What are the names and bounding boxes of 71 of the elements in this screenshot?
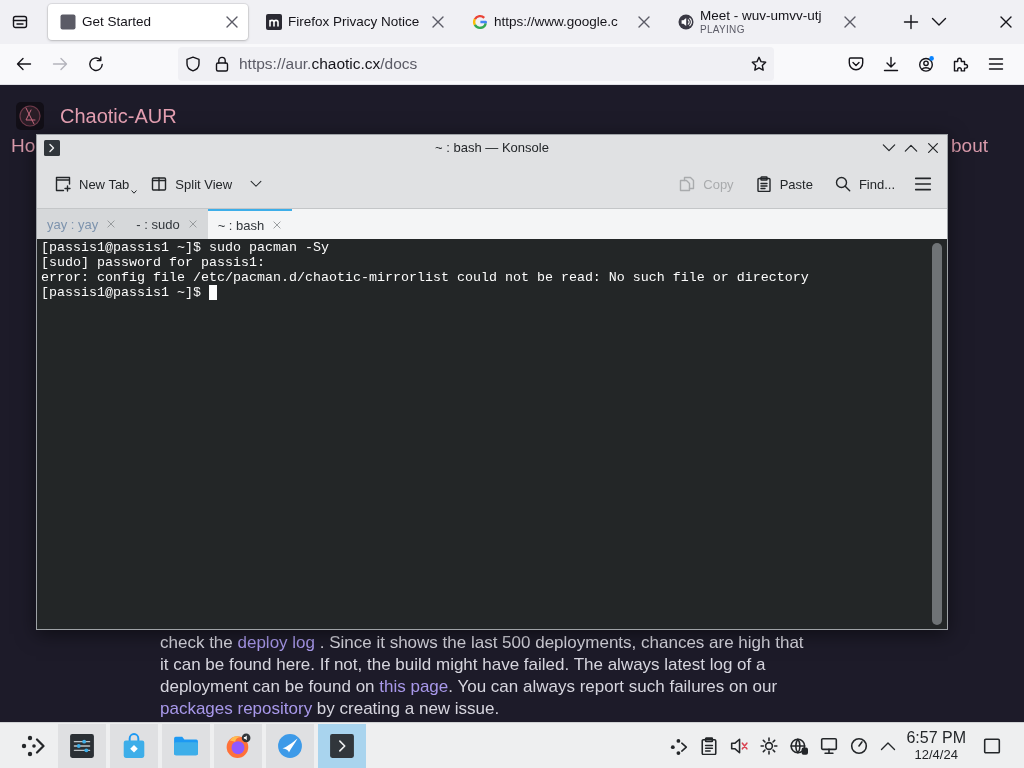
window-title: ~ : bash — Konsole: [435, 140, 549, 155]
brightness-icon[interactable]: [760, 736, 779, 755]
link[interactable]: this page: [379, 677, 449, 696]
shield-icon[interactable]: [185, 56, 201, 72]
site-title[interactable]: Chaotic-AUR: [60, 104, 177, 128]
mute-icon[interactable]: [730, 736, 749, 755]
url-text: https://aur.chaotic.cx/docs: [239, 55, 418, 73]
browser-tab[interactable]: https://www.google.c: [460, 4, 660, 40]
plus-icon[interactable]: [903, 14, 919, 30]
bag-icon: [121, 732, 147, 759]
terminal-line: error: config file /etc/pacman.d/chaotic-mirrorlist could not be read: No such file or directory: [41, 270, 809, 285]
close-icon[interactable]: [224, 14, 240, 30]
clock-time: 6:57 PM: [906, 729, 966, 747]
new-tab-icon: [55, 176, 71, 192]
menu-icon[interactable]: [988, 56, 1004, 72]
paste-button[interactable]: Paste: [749, 169, 819, 199]
pocket-icon[interactable]: [848, 56, 864, 72]
link[interactable]: deploy log: [237, 633, 315, 652]
reload-icon[interactable]: [88, 56, 104, 72]
terminal-tab[interactable]: - : sudo: [126, 209, 208, 239]
lock-icon[interactable]: [214, 56, 230, 72]
terminal-icon[interactable]: [44, 139, 60, 156]
sliders-icon: [69, 732, 95, 759]
search-icon: [834, 176, 851, 192]
account-icon[interactable]: [918, 56, 934, 72]
clipboard-icon[interactable]: [700, 736, 719, 755]
scrollbar[interactable]: [932, 243, 942, 625]
logo-icon: [472, 14, 488, 30]
new-tab-button[interactable]: New Tab: [49, 169, 144, 199]
nav-link[interactable]: bout: [951, 134, 988, 158]
page-icon: [60, 14, 76, 30]
desktop-icon[interactable]: [983, 736, 1001, 755]
browser-tab[interactable]: Meet - wuv-umvv-utj PLAYING: [666, 4, 866, 40]
tab-list-icon[interactable]: [12, 14, 28, 30]
split-view-button[interactable]: Split View: [145, 169, 269, 199]
swoosh-icon: [277, 732, 303, 759]
paragraph-text: check the deploy log . Since it shows the last 500 deployments, chances are high that it can be found here. If not, the build might have failed. The always latest log of a deployment can be found on this page. You can always report such failures on our packages repository by creating a new issue.: [160, 632, 804, 720]
terminal-line: [passis1@passis1 ~]$ sudo pacman -Sy: [41, 240, 329, 255]
split-view-icon: [151, 176, 168, 192]
nav-link[interactable]: Ho: [11, 134, 36, 158]
link[interactable]: packages repository: [160, 699, 313, 718]
menu-icon[interactable]: [914, 175, 932, 193]
network-icon[interactable]: [790, 736, 809, 755]
display-icon[interactable]: [820, 736, 839, 755]
find-button[interactable]: Find...: [828, 169, 901, 199]
caret-icon: [131, 190, 138, 194]
task-button[interactable]: [58, 723, 106, 768]
puzzle-icon[interactable]: [953, 56, 969, 72]
download-icon[interactable]: [883, 56, 899, 72]
chevron-down-icon: [250, 178, 263, 190]
connect-icon[interactable]: [670, 736, 689, 755]
browser-icon: [225, 732, 251, 759]
speaker-icon: [678, 14, 694, 30]
browser-tab[interactable]: Firefox Privacy Notice: [254, 4, 454, 40]
logo-icon: [266, 14, 282, 30]
star-icon[interactable]: [751, 56, 767, 72]
close-icon[interactable]: [926, 140, 940, 155]
logo-icon: [16, 102, 44, 130]
task-button[interactable]: [318, 723, 366, 768]
paste-icon: [755, 176, 772, 192]
gauge-icon[interactable]: [850, 736, 869, 755]
clock-date: 12/4/24: [914, 747, 958, 762]
address-bar[interactable]: https://aur.chaotic.cx/docs: [178, 47, 774, 81]
copy-icon: [679, 176, 696, 192]
browser-tab[interactable]: Get Started: [48, 4, 248, 40]
terminal-line: [passis1@passis1 ~]$: [41, 285, 201, 300]
terminal-line: [sudo] password for passis1:: [41, 255, 265, 270]
launcher-icon[interactable]: [21, 733, 45, 758]
back-icon[interactable]: [16, 56, 32, 72]
terminal-icon: [329, 732, 355, 759]
close-icon[interactable]: [998, 14, 1014, 30]
